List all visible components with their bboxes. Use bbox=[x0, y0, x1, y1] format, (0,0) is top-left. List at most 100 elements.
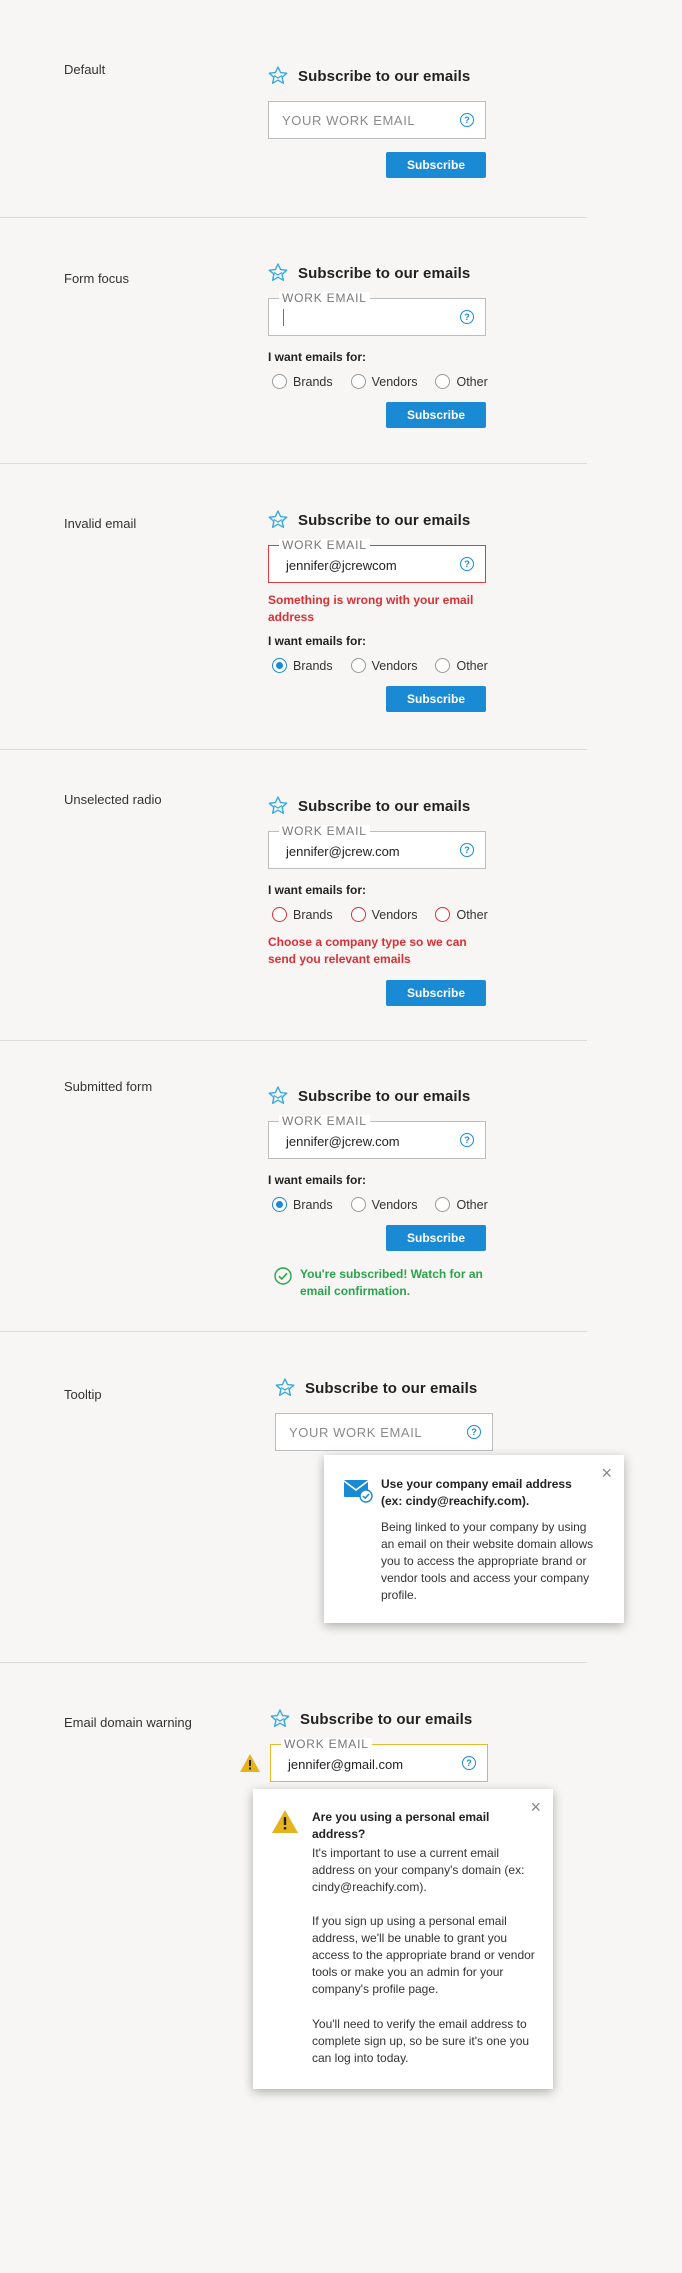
email-placeholder: YOUR WORK EMAIL bbox=[289, 1425, 423, 1440]
radio-circle-error[interactable] bbox=[435, 907, 451, 922]
state-invalid-email: Invalid email Subscribe to our emails WO… bbox=[0, 464, 587, 750]
subscribe-button[interactable]: Subscribe bbox=[386, 402, 486, 428]
state-default: Default Subscribe to our emails YOUR WOR… bbox=[0, 0, 587, 218]
question-circle-icon[interactable]: ? bbox=[467, 1425, 481, 1439]
company-type-label: I want emails for: bbox=[268, 350, 367, 364]
radio-label: Brands bbox=[293, 1197, 333, 1212]
radio-other[interactable]: Other bbox=[435, 374, 488, 389]
radio-circle-error[interactable] bbox=[272, 907, 287, 922]
form-header: Subscribe to our emails bbox=[268, 794, 486, 818]
email-field[interactable]: WORK EMAIL jennifer@jcrew.com ? bbox=[268, 1115, 486, 1159]
subscribe-form: Subscribe to our emails WORK EMAIL jenni… bbox=[268, 508, 488, 712]
email-value: jennifer@jcrew.com bbox=[286, 1134, 400, 1149]
radio-label: Brands bbox=[293, 907, 333, 922]
radio-other[interactable]: Other bbox=[435, 907, 488, 922]
radio-label: Other bbox=[456, 1197, 488, 1212]
email-floating-label: WORK EMAIL bbox=[279, 539, 370, 551]
warning-paragraph-1: It's important to use a current email ad… bbox=[312, 1846, 525, 1894]
radio-label: Other bbox=[456, 374, 488, 389]
email-field[interactable]: WORK EMAIL jennifer@jcrew.com ? bbox=[268, 825, 486, 869]
radio-brands[interactable]: Brands bbox=[272, 1197, 333, 1212]
subscribe-form: Subscribe to our emails YOUR WORK EMAIL … bbox=[268, 64, 486, 178]
help-tooltip: × Use your company email address (ex: ci… bbox=[324, 1455, 624, 1623]
warning-paragraph-3: You'll need to verify the email address … bbox=[312, 2017, 530, 2065]
email-floating-label: WORK EMAIL bbox=[281, 1738, 372, 1750]
email-value: jennifer@gmail.com bbox=[288, 1757, 404, 1772]
radio-circle-selected[interactable] bbox=[272, 658, 287, 673]
company-type-radios: Brands Vendors Other bbox=[268, 658, 488, 673]
star-envelope-icon bbox=[270, 1709, 290, 1727]
form-title: Subscribe to our emails bbox=[298, 264, 471, 282]
star-envelope-icon bbox=[268, 263, 288, 281]
check-circle-icon bbox=[274, 1267, 292, 1285]
section-label: Unselected radio bbox=[64, 792, 162, 807]
subscribe-button[interactable]: Subscribe bbox=[386, 686, 486, 712]
question-circle-icon[interactable]: ? bbox=[460, 843, 474, 857]
radio-brands[interactable]: Brands bbox=[272, 907, 333, 922]
warning-paragraph-2: If you sign up using a personal email ad… bbox=[312, 1914, 535, 1996]
subscribe-button[interactable]: Subscribe bbox=[386, 1225, 486, 1251]
company-type-radios: Brands Vendors Other bbox=[268, 1197, 488, 1212]
question-circle-icon[interactable]: ? bbox=[460, 557, 474, 571]
radio-other[interactable]: Other bbox=[435, 658, 488, 673]
state-unselected-radio: Unselected radio Subscribe to our emails… bbox=[0, 750, 587, 1041]
email-floating-label: WORK EMAIL bbox=[279, 292, 370, 304]
radio-circle[interactable] bbox=[435, 658, 451, 673]
subscribe-form: Subscribe to our emails WORK EMAIL jenni… bbox=[268, 1084, 488, 1300]
radio-other[interactable]: Other bbox=[435, 1197, 488, 1212]
question-circle-icon[interactable]: ? bbox=[462, 1756, 476, 1770]
state-form-focus: Form focus Subscribe to our emails WORK … bbox=[0, 218, 587, 464]
question-circle-icon[interactable]: ? bbox=[460, 1133, 474, 1147]
subscribe-button[interactable]: Subscribe bbox=[386, 980, 486, 1006]
close-icon[interactable]: × bbox=[601, 1464, 612, 1482]
subscribe-button[interactable]: Subscribe bbox=[386, 152, 486, 178]
radio-circle-error[interactable] bbox=[350, 907, 366, 922]
email-field[interactable]: WORK EMAIL ? bbox=[268, 292, 486, 336]
radio-brands[interactable]: Brands bbox=[272, 374, 333, 389]
radio-vendors[interactable]: Vendors bbox=[350, 658, 417, 673]
success-message: You're subscribed! Watch for an email co… bbox=[268, 1266, 486, 1300]
radio-vendors[interactable]: Vendors bbox=[350, 1197, 418, 1212]
form-header: Subscribe to our emails bbox=[268, 261, 486, 285]
section-label: Form focus bbox=[64, 271, 130, 286]
radio-label: Brands bbox=[293, 374, 333, 389]
state-email-domain-warning: Email domain warning Subscribe to our em… bbox=[0, 1663, 587, 2273]
radio-label: Vendors bbox=[371, 1197, 418, 1212]
radio-circle[interactable] bbox=[350, 374, 366, 389]
email-floating-label: WORK EMAIL bbox=[279, 825, 370, 837]
radio-circle[interactable] bbox=[272, 374, 287, 389]
radio-label: Other bbox=[456, 658, 488, 673]
section-label: Email domain warning bbox=[64, 1715, 192, 1730]
section-label: Submitted form bbox=[64, 1079, 153, 1094]
question-circle-icon[interactable]: ? bbox=[460, 113, 474, 127]
email-field[interactable]: WORK EMAIL jennifer@jcrewcom ? bbox=[268, 539, 486, 583]
radio-label: Vendors bbox=[371, 907, 418, 922]
close-icon[interactable]: × bbox=[530, 1798, 541, 1816]
email-field[interactable]: YOUR WORK EMAIL ? bbox=[268, 101, 486, 139]
question-circle-icon[interactable]: ? bbox=[460, 310, 474, 324]
radio-circle[interactable] bbox=[435, 374, 451, 389]
form-title: Subscribe to our emails bbox=[298, 797, 471, 815]
radio-circle[interactable] bbox=[350, 658, 366, 673]
success-text: You're subscribed! Watch for an email co… bbox=[300, 1267, 483, 1298]
email-field[interactable]: WORK EMAIL jennifer@gmail.com ? bbox=[270, 1738, 488, 1782]
form-header: Subscribe to our emails bbox=[275, 1376, 493, 1400]
email-placeholder: YOUR WORK EMAIL bbox=[282, 113, 416, 128]
form-title: Subscribe to our emails bbox=[298, 67, 471, 85]
radio-circle[interactable] bbox=[350, 1197, 366, 1212]
form-header: Subscribe to our emails bbox=[268, 1084, 486, 1108]
radio-brands[interactable]: Brands bbox=[272, 658, 333, 673]
radio-circle-selected[interactable] bbox=[272, 1197, 287, 1212]
form-header: Subscribe to our emails bbox=[268, 508, 486, 532]
radio-vendors[interactable]: Vendors bbox=[350, 374, 417, 389]
company-type-radios: Brands Vendors Other bbox=[268, 374, 488, 389]
form-title: Subscribe to our emails bbox=[298, 1087, 471, 1105]
state-tooltip: Tooltip Subscribe to our emails YOUR WOR… bbox=[0, 1332, 624, 1663]
radio-vendors[interactable]: Vendors bbox=[350, 907, 418, 922]
radio-circle[interactable] bbox=[435, 1197, 451, 1212]
subscribe-form: Subscribe to our emails YOUR WORK EMAIL … bbox=[275, 1376, 493, 1451]
mail-check-icon bbox=[343, 1480, 373, 1503]
radio-label: Other bbox=[456, 907, 488, 922]
form-title: Subscribe to our emails bbox=[305, 1379, 478, 1397]
email-field[interactable]: YOUR WORK EMAIL ? bbox=[275, 1413, 493, 1451]
